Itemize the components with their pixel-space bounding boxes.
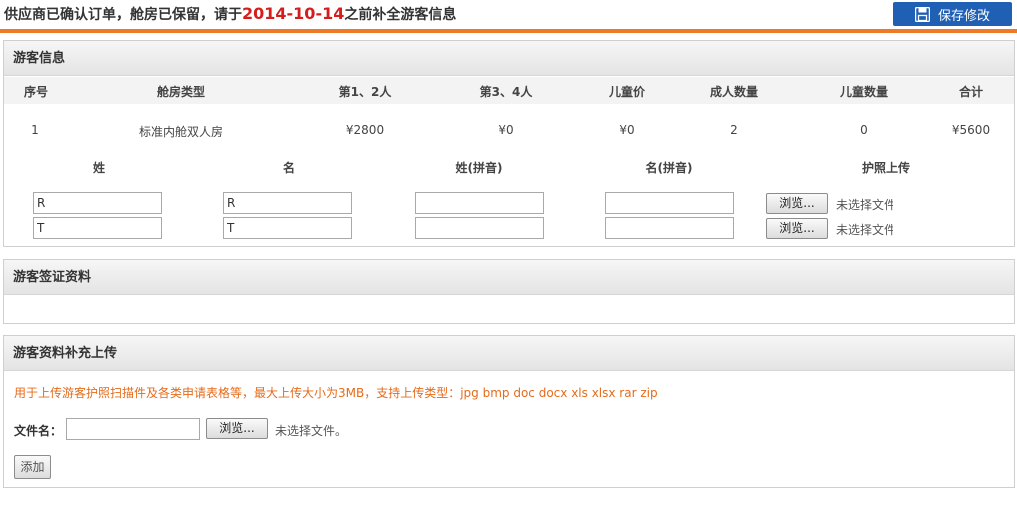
col-adult-count: 成人数量 (709, 85, 759, 99)
add-file-button[interactable]: 添加 (14, 455, 51, 479)
col-cabin-type: 舱房类型 (156, 85, 206, 99)
given-name-pinyin-input-2[interactable] (605, 217, 734, 239)
notice-suffix: 之前补全游客信息 (344, 7, 457, 23)
visa-info-panel: 游客签证资料 (3, 259, 1015, 324)
visa-info-title: 游客签证资料 (4, 260, 1014, 295)
cell-child-price: ¥0 (619, 123, 635, 137)
given-name-input-2[interactable] (223, 217, 352, 239)
guest-info-panel: 游客信息 序号 舱房类型 第1、2人 第3、4人 儿童价 成人数量 儿童数量 合… (3, 40, 1015, 247)
head-passport-upload: 护照上传 (861, 161, 911, 175)
cell-total: ¥5600 (951, 123, 991, 137)
guest-info-title: 游客信息 (4, 41, 1014, 76)
head-given-name: 名 (282, 161, 296, 175)
save-button-label: 保存修改 (937, 8, 990, 24)
notice-prefix: 供应商已确认订单，舱房已保留，请于 (4, 7, 242, 23)
table-row: 1 标准内舱双人房 ¥2800 ¥0 ¥0 2 0 ¥5600 (4, 123, 1014, 143)
passport-file-status-1: 未选择文件 (836, 198, 893, 212)
upload-browse-button[interactable]: 浏览... (206, 418, 268, 439)
head-surname-pinyin: 姓(拼音) (455, 161, 503, 175)
surname-pinyin-input-1[interactable] (415, 192, 544, 214)
deadline-date: 2014-10-14 (242, 4, 345, 23)
given-name-pinyin-input-1[interactable] (605, 192, 734, 214)
col-person-3-4: 第3、4人 (479, 85, 533, 99)
cell-child-count: 0 (860, 123, 868, 137)
cell-adult-count: 2 (730, 123, 738, 137)
col-index: 序号 (24, 85, 49, 99)
save-icon (914, 6, 930, 22)
col-child-price: 儿童价 (608, 85, 646, 99)
given-name-input-1[interactable] (223, 192, 352, 214)
head-given-name-pinyin: 名(拼音) (645, 161, 693, 175)
cell-person-1-2-price: ¥2800 (345, 123, 385, 137)
head-surname: 姓 (92, 161, 106, 175)
upload-tip: 用于上传游客护照扫描件及各类申请表格等，最大上传大小为3MB，支持上传类型：jp… (14, 386, 658, 400)
passport-file-status-2: 未选择文件 (836, 223, 893, 237)
order-notice: 供应商已确认订单，舱房已保留，请于2014-10-14之前补全游客信息 (4, 4, 456, 24)
accent-divider (0, 29, 1017, 33)
col-total: 合计 (958, 85, 984, 99)
passport-browse-button-2[interactable]: 浏览... (766, 218, 828, 239)
file-name-input[interactable] (66, 418, 200, 440)
top-bar: 供应商已确认订单，舱房已保留，请于2014-10-14之前补全游客信息 保存修改 (0, 0, 1017, 30)
passport-browse-button-1[interactable]: 浏览... (766, 193, 828, 214)
col-child-count: 儿童数量 (839, 85, 889, 99)
traveler-form-header: 姓 名 姓(拼音) 名(拼音) 护照上传 (4, 159, 1014, 179)
cabin-table-header: 序号 舱房类型 第1、2人 第3、4人 儿童价 成人数量 儿童数量 合计 (4, 77, 1014, 104)
surname-input-2[interactable] (33, 217, 162, 239)
supplementary-upload-panel: 游客资料补充上传 用于上传游客护照扫描件及各类申请表格等，最大上传大小为3MB，… (3, 335, 1015, 488)
upload-panel-title: 游客资料补充上传 (4, 336, 1014, 371)
upload-file-status: 未选择文件。 (275, 424, 348, 438)
surname-input-1[interactable] (33, 192, 162, 214)
file-name-label: 文件名： (14, 424, 63, 438)
surname-pinyin-input-2[interactable] (415, 217, 544, 239)
cell-cabin-type: 标准内舱双人房 (138, 125, 224, 139)
cell-index: 1 (31, 123, 39, 137)
col-person-1-2: 第1、2人 (338, 85, 392, 99)
save-changes-button[interactable]: 保存修改 (893, 2, 1012, 26)
cell-person-3-4-price: ¥0 (498, 123, 514, 137)
